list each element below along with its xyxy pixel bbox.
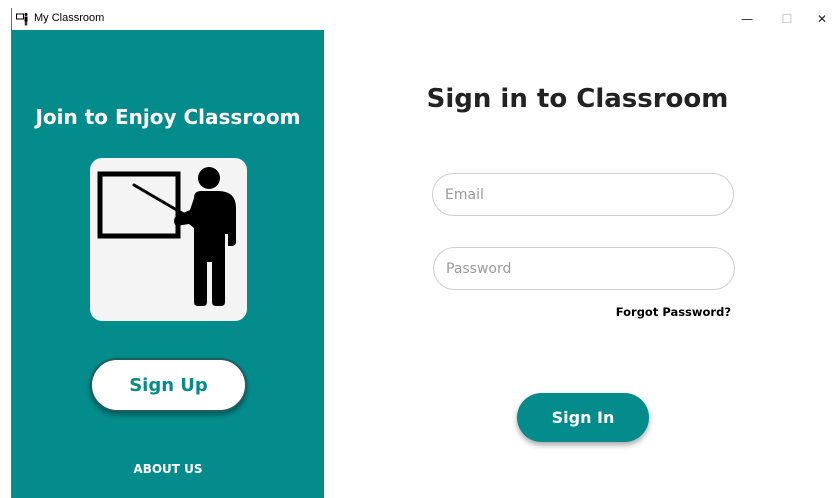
app-window: My Classroom — ☐ ✕ Join to Enjoy Classro… [11, 8, 832, 498]
title-bar[interactable]: My Classroom — ☐ ✕ [12, 8, 832, 30]
close-icon: ✕ [816, 12, 828, 26]
teacher-at-board-icon [97, 167, 236, 306]
signin-heading: Sign in to Classroom [426, 84, 729, 114]
minimize-icon: — [741, 12, 753, 26]
signup-panel: Join to Enjoy Classroom Sign Up ABOUT US [12, 30, 324, 498]
signup-heading: Join to Enjoy Classroom [35, 105, 301, 129]
maximize-button[interactable]: ☐ [767, 8, 807, 30]
maximize-icon: ☐ [781, 12, 793, 26]
sign-in-button[interactable]: Sign In [517, 393, 649, 442]
illustration-card [90, 158, 247, 321]
email-field[interactable] [432, 173, 734, 216]
window-title: My Classroom [34, 12, 105, 24]
sign-up-button[interactable]: Sign Up [90, 358, 247, 412]
password-field[interactable] [433, 247, 735, 290]
close-button[interactable]: ✕ [802, 8, 832, 30]
forgot-password-link[interactable]: Forgot Password? [572, 305, 731, 319]
app-icon [16, 13, 28, 26]
minimize-button[interactable]: — [727, 8, 767, 30]
about-us-link[interactable]: ABOUT US [12, 462, 324, 476]
